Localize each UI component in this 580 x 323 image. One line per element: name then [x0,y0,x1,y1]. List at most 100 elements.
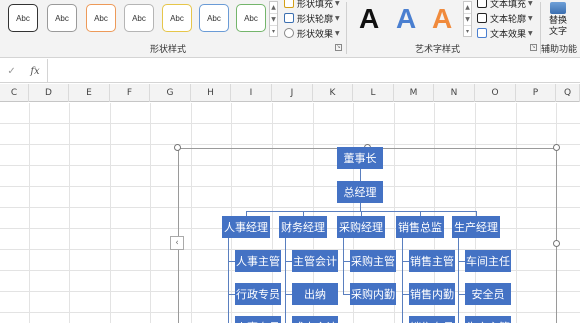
column-header-o[interactable]: O [475,84,516,102]
fx-icon[interactable]: fx [30,66,39,77]
org-node-staff[interactable]: 人事专员 [235,316,281,323]
shape-effect-button[interactable]: 形状效果 ▼ [284,26,340,40]
text-outline-button[interactable]: 文本轮廓 ▼ [477,11,533,25]
text-effect-icon [477,28,487,38]
column-header-n[interactable]: N [434,84,475,102]
connector-line [228,294,235,295]
wordart-style-blue[interactable]: A [396,2,416,36]
column-header-q[interactable]: Q [556,84,580,102]
org-node-department[interactable]: 人事经理 [222,216,270,238]
shape-style-5[interactable]: Abc [162,4,192,32]
org-node-level2[interactable]: 总经理 [337,181,383,203]
paint-bucket-icon [284,0,294,8]
column-header-i[interactable]: I [231,84,272,102]
column-header-k[interactable]: K [313,84,353,102]
org-node-staff[interactable]: 销售主管 [409,250,455,272]
text-pane-toggle[interactable]: ‹ [170,236,184,250]
org-node-staff[interactable]: 车间主任 [465,250,511,272]
column-header-m[interactable]: M [394,84,434,102]
more-icon[interactable]: ▾ [270,26,277,38]
org-node-staff[interactable]: 人事主管 [235,250,281,272]
text-effect-label: 文本效果 [490,29,527,40]
column-header-c[interactable]: C [0,84,29,102]
wordart-style-orange[interactable]: A [432,2,452,36]
column-header-l[interactable]: L [353,84,394,102]
text-fill-icon [477,0,487,8]
column-header-j[interactable]: J [272,84,313,102]
shape-styles-launcher-icon[interactable]: ↘ [335,44,342,51]
org-node-staff[interactable]: 采购内勤 [350,283,396,305]
connector-line [402,261,409,262]
org-node-department[interactable]: 采购经理 [337,216,385,238]
shape-effect-label: 形状效果 [297,29,334,40]
connector-line [458,294,465,295]
shape-fill-label: 形状填充 [297,0,334,10]
grid-line [110,103,111,323]
chevron-down-icon[interactable]: ▼ [464,14,471,26]
connector-line [360,169,361,181]
text-fill-button[interactable]: 文本填充 ▼ [477,0,533,10]
org-node-staff[interactable]: 行政专员 [235,283,281,305]
column-header-f[interactable]: F [110,84,150,102]
shape-style-6[interactable]: Abc [199,4,229,32]
alt-text-label-1: 替换 [548,16,567,26]
org-node-department[interactable]: 生产经理 [452,216,500,238]
formula-input[interactable] [49,59,580,83]
alt-text-icon [550,2,566,14]
column-header-g[interactable]: G [150,84,191,102]
connector-line [458,238,459,323]
text-effect-button[interactable]: 文本效果 ▼ [477,26,533,40]
formula-controls: ✓ fx [0,59,48,83]
shape-style-4[interactable]: Abc [124,4,154,32]
shape-style-1[interactable]: Abc [8,4,38,32]
chevron-down-icon: ▼ [335,29,340,37]
shape-style-7[interactable]: Abc [236,4,266,32]
org-node-department[interactable]: 销售总监 [396,216,444,238]
chevron-down-icon: ▼ [528,14,533,22]
alt-text-button[interactable]: 替换 文字 [545,2,571,38]
chevron-down-icon: ▼ [528,0,533,7]
grid-line [69,103,70,323]
resize-handle[interactable] [553,240,560,247]
column-header-p[interactable]: P [516,84,556,102]
resize-handle[interactable] [553,144,560,151]
connector-line [285,294,292,295]
shape-outline-button[interactable]: 形状轮廓 ▼ [284,11,340,25]
shape-style-3[interactable]: Abc [86,4,116,32]
org-node-root[interactable]: 董事长 [337,147,383,169]
org-node-staff[interactable]: 安全员 [465,283,511,305]
chevron-down-icon[interactable]: ▼ [270,14,277,26]
shape-styles-group-label: 形状样式 [150,45,187,55]
org-node-department[interactable]: 财务经理 [279,216,327,238]
org-node-staff[interactable]: 主管会计 [292,250,338,272]
connector-line [458,261,465,262]
connector-line [402,294,409,295]
accessibility-group-label: 辅助功能 [541,45,578,55]
check-icon[interactable]: ✓ [7,66,15,77]
column-header-e[interactable]: E [69,84,110,102]
shape-fill-button[interactable]: 形状填充 ▼ [284,0,340,10]
org-node-staff[interactable]: 出纳 [292,283,338,305]
chevron-up-icon[interactable]: ▲ [270,2,277,14]
chevron-down-icon: ▼ [335,14,340,22]
connector-line [343,238,344,294]
pen-icon [284,13,294,23]
more-icon[interactable]: ▾ [464,26,471,38]
chevron-up-icon[interactable]: ▲ [464,2,471,14]
wordart-gallery-scroll[interactable]: ▲ ▼ ▾ [463,1,472,37]
shape-style-gallery-scroll[interactable]: ▲ ▼ ▾ [269,1,278,37]
chevron-down-icon: ▼ [335,0,340,7]
wordart-style-black[interactable]: A [359,2,379,36]
org-node-staff[interactable]: 采购主管 [350,250,396,272]
org-node-staff[interactable]: 成本会计 [292,316,338,323]
column-header-h[interactable]: H [191,84,231,102]
org-node-staff[interactable]: 销售专员 [409,316,455,323]
wordart-styles-launcher-icon[interactable]: ↘ [530,44,537,51]
org-node-staff[interactable]: 销售内勤 [409,283,455,305]
formula-bar: ✓ fx [0,59,580,83]
shape-style-2[interactable]: Abc [47,4,77,32]
org-node-staff[interactable]: 生产主管 [465,316,511,323]
column-header-d[interactable]: D [29,84,69,102]
text-fill-label: 文本填充 [490,0,527,10]
resize-handle[interactable] [174,144,181,151]
